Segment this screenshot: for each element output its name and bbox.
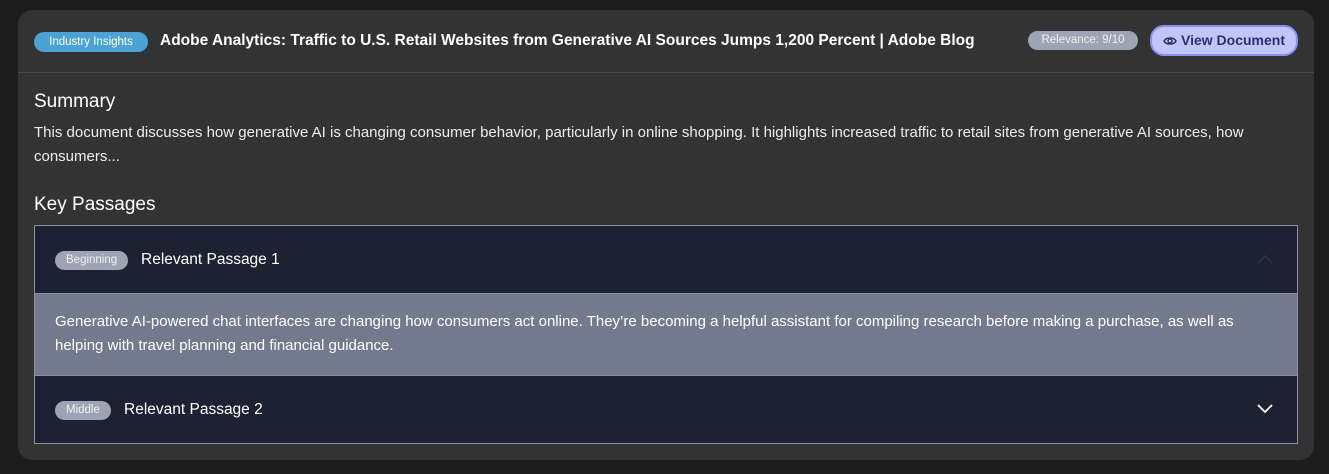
chevron-up-icon[interactable] [1255, 252, 1275, 266]
chevron-down-icon[interactable] [1255, 402, 1275, 416]
passage-1-header[interactable]: Beginning Relevant Passage 1 [35, 226, 1297, 293]
passage-2-header[interactable]: Middle Relevant Passage 2 [35, 375, 1297, 442]
passage-1-body: Generative AI-powered chat interfaces ar… [35, 293, 1297, 375]
category-badge: Industry Insights [34, 32, 148, 52]
key-passages-accordion: Beginning Relevant Passage 1 Generative … [34, 225, 1298, 444]
card-header: Industry Insights Adobe Analytics: Traff… [18, 10, 1314, 73]
summary-text: This document discusses how generative A… [34, 124, 1244, 165]
key-passages-heading: Key Passages [34, 194, 156, 215]
summary-heading: Summary [34, 91, 116, 112]
document-card: Industry Insights Adobe Analytics: Traff… [18, 10, 1314, 460]
relevance-badge: Relevance: 9/10 [1028, 31, 1138, 50]
passage-position-badge: Beginning [55, 251, 129, 270]
view-document-label: View Document [1181, 32, 1285, 48]
passage-title: Relevant Passage 2 [124, 401, 263, 418]
passage-title: Relevant Passage 1 [141, 251, 280, 268]
eye-icon [1163, 37, 1177, 45]
document-title: Adobe Analytics: Traffic to U.S. Retail … [160, 32, 975, 49]
view-document-button[interactable]: View Document [1150, 25, 1298, 56]
passage-position-badge: Middle [55, 401, 111, 420]
